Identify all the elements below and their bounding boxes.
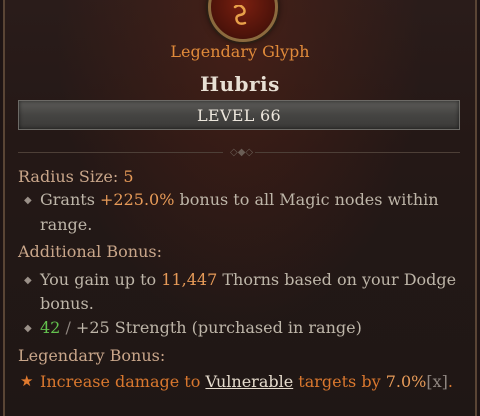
strength-line: 42 / +25 Strength (purchased in range) (40, 318, 362, 337)
thorns-value: 11,447 (161, 270, 218, 289)
item-type-label: Legendary Glyph (170, 42, 310, 61)
diamond-bullet-icon: ◆ (24, 275, 32, 286)
divider-ornament-icon: ◇◆◇ (230, 147, 254, 158)
section-divider: ◇◆◇ (18, 147, 460, 158)
grant-line-1: Grants +225.0% bonus to all Magic nodes … (40, 190, 439, 209)
legendary-bonus-line: Increase damage to Vulnerable targets by… (40, 372, 453, 391)
vulnerable-keyword: Vulnerable (205, 372, 294, 391)
item-title: Hubris (200, 72, 280, 96)
radius-size-label: Radius Size: (18, 167, 119, 186)
legendary-bonus-label: Legendary Bonus: (18, 346, 166, 365)
additional-bonus-label: Additional Bonus: (18, 242, 162, 261)
level-bar: LEVEL 66 (18, 100, 460, 130)
radius-size-row: Radius Size: 5 (18, 167, 134, 186)
grant-line-2: range. (40, 215, 93, 234)
star-icon: ★ (20, 372, 34, 390)
level-text: LEVEL 66 (196, 106, 281, 125)
thorns-line-1: You gain up to 11,447 Thorns based on yo… (40, 270, 457, 289)
diamond-bullet-icon: ◆ (24, 323, 32, 334)
legendary-value: 7.0% (385, 372, 427, 391)
grant-value: +225.0% (100, 190, 175, 209)
radius-size-value: 5 (123, 167, 134, 186)
diamond-bullet-icon: ◆ (24, 195, 32, 206)
strength-current: 42 (40, 318, 61, 337)
thorns-line-2: bonus. (40, 294, 94, 313)
